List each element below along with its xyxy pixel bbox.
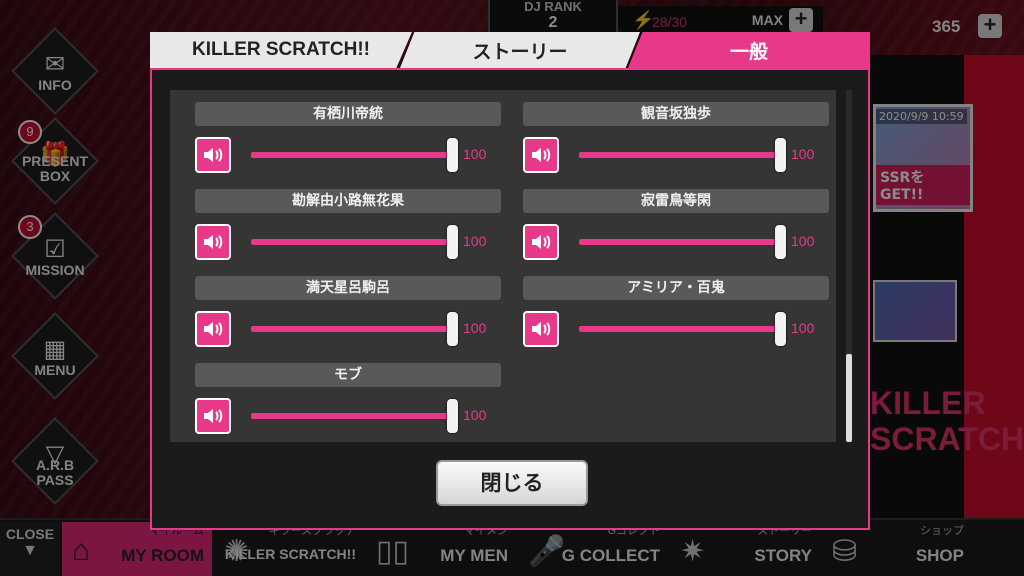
character-name: 観音坂独歩 [523,102,829,126]
character-name: 満天星呂駒呂 [195,276,501,300]
speaker-icon[interactable] [523,311,559,347]
volume-row: 寂雷鳥等閑 100 [523,189,829,273]
volume-slider-thumb[interactable] [447,399,458,433]
character-name: アミリア・百鬼 [523,276,829,300]
character-name: 有栖川帝統 [195,102,501,126]
speaker-icon[interactable] [523,137,559,173]
volume-slider-thumb[interactable] [775,138,786,172]
volume-value: 100 [463,407,487,423]
volume-value: 100 [791,320,815,336]
volume-row: 満天星呂駒呂 100 [195,276,501,360]
character-name: モブ [195,363,501,387]
speaker-icon[interactable] [195,224,231,260]
speaker-icon[interactable] [195,398,231,434]
tab-story[interactable]: ストーリー [400,32,640,68]
volume-slider-track[interactable] [251,152,451,158]
volume-row: 有栖川帝統 100 [195,102,501,186]
volume-value: 100 [463,233,487,249]
volume-slider-track[interactable] [251,239,451,245]
speaker-icon[interactable] [523,224,559,260]
volume-settings-modal: 有栖川帝統 100 観音坂独歩 100 勘解由小路無花果 100 寂雷鳥等閑 1… [150,68,870,530]
tab-general[interactable]: 一般 [628,32,870,68]
volume-slider-track[interactable] [251,326,451,332]
volume-slider-thumb[interactable] [447,225,458,259]
speaker-icon[interactable] [195,137,231,173]
volume-slider-track[interactable] [251,413,451,419]
volume-slider-track[interactable] [579,326,779,332]
volume-row: モブ 100 [195,363,501,442]
character-name: 勘解由小路無花果 [195,189,501,213]
volume-slider-track[interactable] [579,239,779,245]
volume-row: 観音坂独歩 100 [523,102,829,186]
volume-slider-thumb[interactable] [775,225,786,259]
volume-row: アミリア・百鬼 100 [523,276,829,360]
volume-value: 100 [791,146,815,162]
scrollbar-thumb[interactable] [846,354,852,442]
tab-killer-scratch[interactable]: KILLER SCRATCH!! [150,32,412,68]
volume-value: 100 [463,320,487,336]
volume-value: 100 [791,233,815,249]
volume-value: 100 [463,146,487,162]
volume-slider-thumb[interactable] [775,312,786,346]
volume-slider-track[interactable] [579,152,779,158]
scrollbar[interactable] [846,90,852,442]
speaker-icon[interactable] [195,311,231,347]
volume-row: 勘解由小路無花果 100 [195,189,501,273]
character-name: 寂雷鳥等閑 [523,189,829,213]
close-button[interactable]: 閉じる [436,460,588,506]
volume-slider-thumb[interactable] [447,138,458,172]
volume-list[interactable]: 有栖川帝統 100 観音坂独歩 100 勘解由小路無花果 100 寂雷鳥等閑 1… [170,90,836,442]
volume-slider-thumb[interactable] [447,312,458,346]
